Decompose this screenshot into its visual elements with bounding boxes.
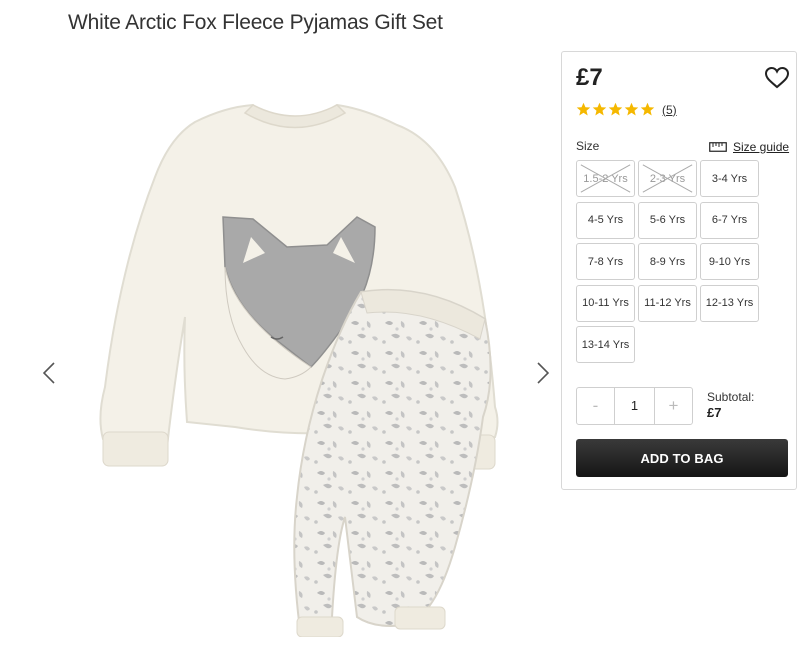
- size-option-label: 10-11 Yrs: [582, 297, 629, 309]
- quantity-stepper: - +: [576, 387, 693, 425]
- size-option[interactable]: 11-12 Yrs: [638, 284, 697, 322]
- chevron-left-icon: [43, 362, 55, 384]
- unavailable-cross-icon: [580, 164, 631, 193]
- size-option[interactable]: 12-13 Yrs: [700, 284, 759, 322]
- size-option-label: 12-13 Yrs: [705, 297, 754, 309]
- size-option-label: 8-9 Yrs: [649, 255, 686, 268]
- size-option-label: 13-14 Yrs: [581, 338, 630, 351]
- product-image[interactable]: [75, 77, 525, 637]
- purchase-panel: £7 (5) Size Size guide 1.5-2 Yrs2-3 Yrs 3…: [561, 51, 797, 490]
- quantity-input[interactable]: [614, 388, 655, 424]
- size-option[interactable]: 4-5 Yrs: [576, 201, 635, 239]
- size-option[interactable]: 5-6 Yrs: [638, 201, 697, 239]
- gallery-prev-button[interactable]: [38, 358, 60, 388]
- chevron-right-icon: [537, 362, 549, 384]
- subtotal-amount: £7: [707, 405, 722, 420]
- star-icon: [576, 102, 591, 116]
- review-count-link[interactable]: (5): [662, 103, 677, 117]
- product-gallery: [30, 52, 560, 642]
- size-option-label: 6-7 Yrs: [711, 214, 748, 226]
- size-option-label: 9-10 Yrs: [708, 255, 751, 268]
- size-option[interactable]: 3-4 Yrs: [700, 160, 759, 197]
- add-to-bag-button[interactable]: ADD TO BAG: [576, 439, 788, 477]
- gallery-next-button[interactable]: [532, 358, 554, 388]
- ruler-icon: [709, 142, 727, 152]
- size-option[interactable]: 6-7 Yrs: [700, 201, 759, 239]
- product-title: White Arctic Fox Fleece Pyjamas Gift Set: [68, 11, 443, 34]
- size-option[interactable]: 2-3 Yrs: [638, 160, 697, 197]
- size-option[interactable]: 1.5-2 Yrs: [576, 160, 635, 197]
- size-option[interactable]: 7-8 Yrs: [576, 243, 635, 280]
- subtotal: Subtotal: £7: [707, 390, 754, 420]
- star-icon: [640, 102, 655, 116]
- subtotal-label: Subtotal:: [707, 390, 755, 404]
- size-option-label: 4-5 Yrs: [587, 214, 624, 226]
- size-option-label: 3-4 Yrs: [711, 172, 748, 185]
- star-icon: [608, 102, 623, 116]
- star-icon: [624, 102, 639, 116]
- wishlist-heart-icon[interactable]: [764, 66, 790, 90]
- star-icon: [592, 102, 607, 116]
- product-rating: (5): [576, 102, 677, 117]
- size-guide-link[interactable]: Size guide: [709, 140, 789, 154]
- size-option-label: 7-8 Yrs: [587, 255, 624, 268]
- quantity-decrease-button[interactable]: -: [577, 388, 614, 424]
- size-option-label: 11-12 Yrs: [644, 297, 691, 309]
- size-option[interactable]: 9-10 Yrs: [700, 243, 759, 280]
- size-option[interactable]: 8-9 Yrs: [638, 243, 697, 280]
- size-option-label: 5-6 Yrs: [649, 214, 686, 226]
- size-option[interactable]: 13-14 Yrs: [576, 326, 635, 363]
- unavailable-cross-icon: [642, 164, 693, 193]
- product-price: £7: [576, 64, 603, 91]
- size-option[interactable]: 10-11 Yrs: [576, 284, 635, 322]
- size-guide-label: Size guide: [733, 140, 790, 154]
- quantity-increase-button[interactable]: +: [655, 388, 692, 424]
- size-label: Size: [576, 139, 600, 153]
